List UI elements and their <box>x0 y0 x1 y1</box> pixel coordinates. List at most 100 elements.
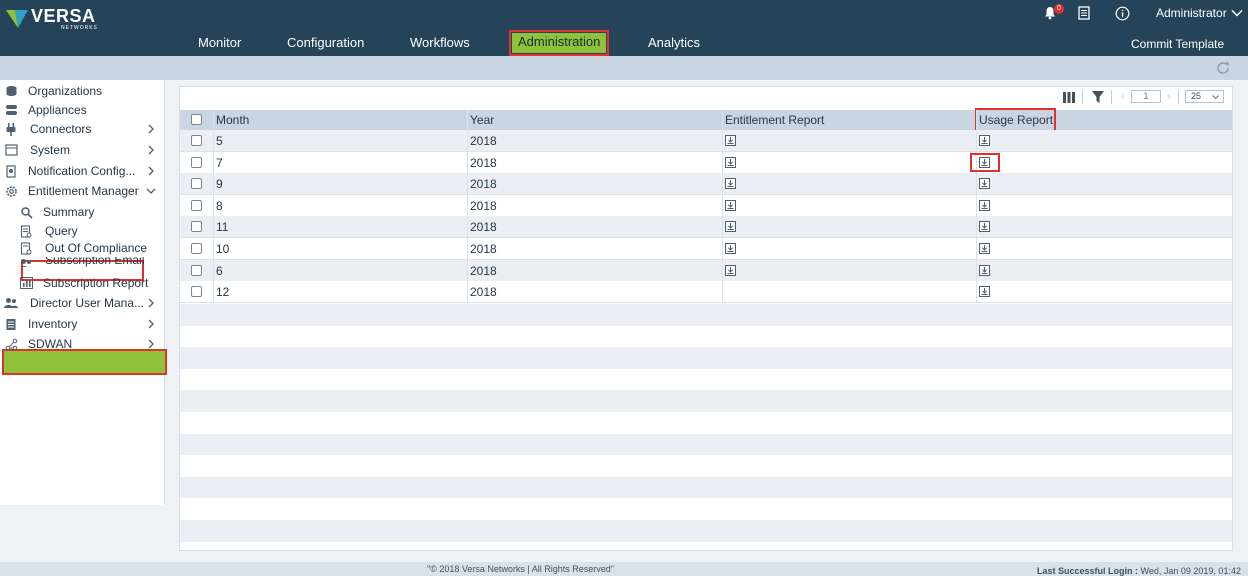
table-header: Month Year Entitlement Report Usage Repo… <box>180 108 1232 132</box>
entitlement-download-icon[interactable] <box>725 198 736 211</box>
chevron-right-icon[interactable] <box>146 339 156 349</box>
nav-analytics[interactable]: Analytics <box>648 34 700 54</box>
sidebar-item-summary[interactable]: Summary <box>0 203 165 221</box>
toolbar-divider <box>1082 90 1083 104</box>
empty-row <box>180 412 1232 434</box>
cell-year: 2018 <box>470 263 497 278</box>
sidebar-item-label: Out Of Compliance <box>45 241 148 255</box>
chevron-down-icon <box>1212 95 1219 100</box>
commit-template-link[interactable]: Commit Template <box>1131 37 1224 51</box>
entitlement-download-icon[interactable] <box>725 263 736 276</box>
sidebar-item-organizations[interactable]: Organizations <box>0 82 165 100</box>
next-page-icon[interactable]: › <box>1164 90 1174 104</box>
empty-row <box>180 433 1232 456</box>
entitlement-download-icon[interactable] <box>725 155 736 168</box>
nav-workflows[interactable]: Workflows <box>410 34 470 54</box>
row-checkbox[interactable] <box>191 243 202 254</box>
sidebar-item-out-of-compliance[interactable]: Out Of Compliance <box>0 239 165 257</box>
table-row[interactable]: 9 2018 <box>180 173 1232 196</box>
cell-month: 12 <box>216 285 230 300</box>
sidebar-item-notification-config[interactable]: Notification Config... <box>0 162 165 180</box>
table-row[interactable]: 11 2018 <box>180 216 1232 239</box>
notification-config-icon <box>4 164 18 178</box>
cell-year: 2018 <box>470 242 497 256</box>
table-row[interactable]: 12 2018 <box>180 281 1232 304</box>
nav-administration[interactable]: Administration <box>508 30 610 56</box>
download-highlight <box>970 153 1000 172</box>
user-menu[interactable]: Administrator <box>1156 6 1243 20</box>
sidebar-item-connectors[interactable]: Connectors <box>0 120 165 138</box>
prev-page-icon[interactable]: ‹ <box>1118 90 1128 104</box>
chevron-right-icon[interactable] <box>146 166 156 176</box>
entitlement-download-icon[interactable] <box>725 176 736 190</box>
tasks-icon[interactable] <box>1076 5 1092 21</box>
sidebar-item-sdwan[interactable]: SDWAN <box>0 335 165 353</box>
appliances-icon <box>4 103 18 117</box>
chevron-right-icon[interactable] <box>146 298 156 308</box>
app-window: VERSA NETWORKS Monitor Configuration Wor… <box>0 0 1248 576</box>
page-number-input[interactable]: 1 <box>1131 90 1161 103</box>
sidebar-item-query[interactable]: Query <box>0 222 165 240</box>
usage-download-icon[interactable] <box>979 219 990 233</box>
row-checkbox[interactable] <box>191 221 202 233</box>
select-all-checkbox[interactable] <box>191 114 202 125</box>
cell-year: 2018 <box>470 134 497 148</box>
sidebar-item-appliances[interactable]: Appliances <box>0 101 165 119</box>
column-header-month[interactable]: Month <box>216 110 249 130</box>
column-divider <box>722 110 723 303</box>
chevron-right-icon[interactable] <box>146 319 156 329</box>
cell-year: 2018 <box>470 285 497 300</box>
empty-row <box>180 455 1232 477</box>
cell-month: 10 <box>216 242 230 256</box>
usage-download-icon[interactable] <box>979 176 990 190</box>
columns-icon[interactable] <box>1062 90 1076 104</box>
table-row[interactable]: 6 2018 <box>180 259 1232 282</box>
empty-row <box>180 476 1232 499</box>
table-row[interactable]: 8 2018 <box>180 194 1232 217</box>
filter-icon[interactable] <box>1091 90 1105 104</box>
entitlement-download-icon[interactable] <box>725 133 736 146</box>
sidebar-item-subscription-report[interactable]: Subscription Report <box>0 274 165 292</box>
column-header-entitlement-report[interactable]: Entitlement Report <box>725 110 824 130</box>
entitlement-download-icon[interactable] <box>725 241 736 254</box>
column-header-year[interactable]: Year <box>470 110 494 130</box>
row-checkbox[interactable] <box>191 264 202 276</box>
table-row[interactable]: 5 2018 <box>180 130 1232 152</box>
row-checkbox[interactable] <box>191 156 202 168</box>
sidebar-item-label: SDWAN <box>28 337 73 351</box>
usage-download-icon[interactable] <box>979 284 990 298</box>
row-checkbox[interactable] <box>191 199 202 211</box>
table-row[interactable]: 10 2018 <box>180 238 1232 260</box>
chevron-right-icon[interactable] <box>146 124 156 134</box>
sidebar-item-subscription-email[interactable]: Subscription Email <box>0 257 165 267</box>
info-icon[interactable] <box>1114 5 1130 21</box>
row-checkbox[interactable] <box>191 286 202 298</box>
usage-download-icon[interactable] <box>979 241 990 254</box>
copyright-text: "© 2018 Versa Networks | All Rights Rese… <box>427 564 614 574</box>
usage-download-icon[interactable] <box>979 198 990 211</box>
sidebar-item-entitlement-manager[interactable]: Entitlement Manager <box>0 182 165 200</box>
report-icon <box>19 276 33 290</box>
empty-row <box>180 325 1232 348</box>
nav-configuration[interactable]: Configuration <box>287 34 364 54</box>
chevron-down-icon[interactable] <box>146 186 156 196</box>
nav-monitor[interactable]: Monitor <box>198 34 241 54</box>
row-checkbox[interactable] <box>191 178 202 190</box>
sidebar-item-label: Organizations <box>28 84 103 98</box>
versa-logo[interactable]: VERSA NETWORKS <box>6 6 98 32</box>
usage-download-icon[interactable] <box>979 133 990 146</box>
refresh-icon[interactable] <box>1215 60 1231 76</box>
usage-download-icon[interactable] <box>979 263 990 276</box>
sidebar-item-inventory[interactable]: Inventory <box>0 315 165 333</box>
sidebar-item-director-user-mana[interactable]: Director User Mana... <box>0 294 165 312</box>
chevron-down-icon <box>1231 10 1243 17</box>
entitlement-download-icon[interactable] <box>725 219 736 233</box>
row-checkbox[interactable] <box>191 135 202 146</box>
inventory-icon <box>4 317 18 331</box>
sidebar-item-label: Entitlement Manager <box>28 184 139 198</box>
sidebar-item-system[interactable]: System <box>0 141 165 159</box>
page-size-select[interactable]: 25 <box>1185 90 1224 103</box>
chevron-right-icon[interactable] <box>146 145 156 155</box>
table-row[interactable]: 7 2018 <box>180 151 1232 174</box>
last-login: Last Successful Login : Wed, Jan 09 2019… <box>1037 566 1241 576</box>
